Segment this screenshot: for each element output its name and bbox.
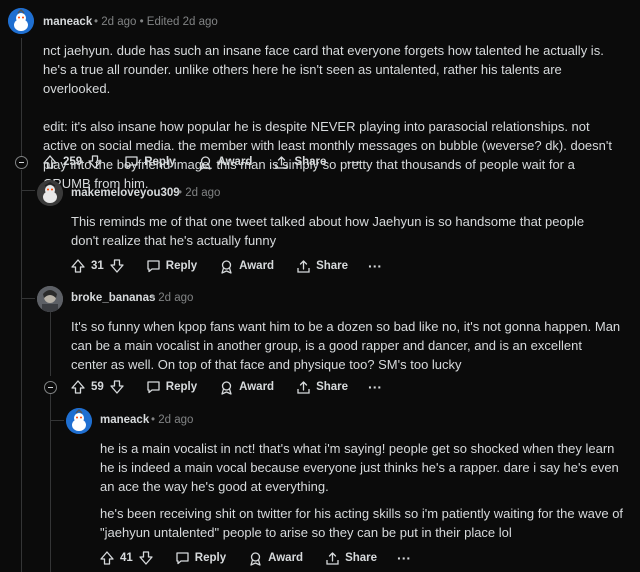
avatar[interactable] — [8, 8, 34, 34]
award-button[interactable]: Award — [219, 259, 274, 274]
comment-paragraph: It's so funny when kpop fans want him to… — [71, 319, 621, 372]
downvote-icon[interactable] — [139, 551, 153, 565]
vote-count: 31 — [91, 260, 104, 272]
upvote-icon[interactable] — [100, 551, 114, 565]
comment-paragraph: nct jaehyun. dude has such an insane fac… — [43, 43, 604, 96]
award-label: Award — [239, 260, 275, 272]
thread-line — [50, 312, 51, 376]
comment-actions: 59 Reply Award Share ··· — [71, 377, 382, 397]
share-button[interactable]: Share — [296, 259, 348, 274]
share-label: Share — [294, 156, 327, 168]
comment-meta: • 2d ago — [151, 414, 194, 426]
share-label: Share — [316, 381, 349, 393]
comment-body: It's so funny when kpop fans want him to… — [71, 317, 621, 374]
comment-actions: 41 Reply Award Share ··· — [100, 548, 411, 568]
more-options-button[interactable]: ··· — [397, 550, 411, 566]
comment-meta: • 2d ago — [178, 187, 221, 199]
comment-icon — [147, 381, 160, 394]
award-button[interactable]: Award — [198, 155, 253, 170]
thread-connector — [50, 420, 64, 421]
award-icon — [221, 259, 232, 274]
award-icon — [221, 380, 232, 395]
award-icon — [199, 155, 211, 170]
comment-body: This reminds me of that one tweet talked… — [71, 212, 611, 250]
downvote-icon[interactable] — [110, 380, 124, 394]
reply-label: Reply — [144, 156, 176, 168]
award-button[interactable]: Award — [219, 380, 274, 395]
comment-meta: • 2d ago • Edited 2d ago — [94, 16, 218, 28]
thread-line — [21, 170, 22, 572]
award-label: Award — [217, 156, 253, 168]
award-button[interactable]: Award — [248, 551, 303, 566]
share-icon — [297, 259, 310, 273]
avatar[interactable] — [37, 180, 63, 206]
reply-button[interactable]: Reply — [124, 155, 176, 169]
reply-button[interactable]: Reply — [146, 259, 197, 273]
collapse-button[interactable] — [15, 156, 28, 169]
share-label: Share — [345, 552, 378, 564]
collapse-button[interactable] — [44, 381, 57, 394]
reply-button[interactable]: Reply — [175, 551, 226, 565]
share-button[interactable]: Share — [274, 155, 326, 170]
vote-group: 259 — [43, 155, 102, 169]
comment-paragraph: he's been receiving shit on twitter for … — [100, 506, 624, 540]
share-icon — [297, 380, 310, 394]
reply-button[interactable]: Reply — [146, 380, 197, 394]
thread-line — [21, 38, 22, 156]
share-button[interactable]: Share — [296, 380, 348, 395]
downvote-icon[interactable] — [110, 259, 124, 273]
share-icon — [326, 551, 339, 565]
reply-label: Reply — [165, 381, 198, 393]
comment-icon — [147, 260, 160, 273]
upvote-icon[interactable] — [71, 259, 85, 273]
award-label: Award — [239, 381, 275, 393]
downvote-icon[interactable] — [88, 155, 102, 169]
username[interactable]: broke_bananas — [71, 292, 155, 304]
share-icon — [275, 155, 289, 169]
username[interactable]: makemeloveyou309 — [71, 187, 180, 199]
award-icon — [250, 551, 261, 566]
comment-icon — [125, 156, 138, 169]
comment-icon — [176, 552, 189, 565]
award-label: Award — [268, 552, 304, 564]
thread-connector — [21, 190, 35, 191]
vote-count: 41 — [120, 552, 133, 564]
comment-actions: 31 Reply Award Share ··· — [71, 256, 382, 276]
avatar[interactable] — [66, 408, 92, 434]
upvote-icon[interactable] — [43, 155, 57, 169]
avatar[interactable] — [37, 286, 63, 312]
reply-label: Reply — [194, 552, 227, 564]
vote-count: 59 — [91, 381, 104, 393]
vote-count: 259 — [63, 156, 83, 168]
comment-paragraph: This reminds me of that one tweet talked… — [71, 214, 585, 248]
upvote-icon[interactable] — [71, 380, 85, 394]
more-options-button[interactable]: ··· — [346, 154, 360, 170]
share-button[interactable]: Share — [325, 551, 377, 566]
more-options-button[interactable]: ··· — [368, 258, 382, 274]
more-options-button[interactable]: ··· — [368, 379, 382, 395]
username[interactable]: maneack — [43, 16, 92, 28]
vote-group: 31 — [71, 259, 124, 273]
vote-group: 41 — [100, 551, 153, 565]
vote-group: 59 — [71, 380, 124, 394]
username[interactable]: maneack — [100, 414, 149, 426]
share-label: Share — [316, 260, 349, 272]
comment-meta: • 2d ago — [151, 292, 194, 304]
comment-body: he is a main vocalist in nct! that's wha… — [100, 439, 630, 542]
reply-label: Reply — [165, 260, 198, 272]
comment-actions: 259 Reply Award Share ··· — [43, 152, 360, 172]
thread-connector — [21, 298, 35, 299]
comment-paragraph: he is a main vocalist in nct! that's wha… — [100, 441, 619, 494]
